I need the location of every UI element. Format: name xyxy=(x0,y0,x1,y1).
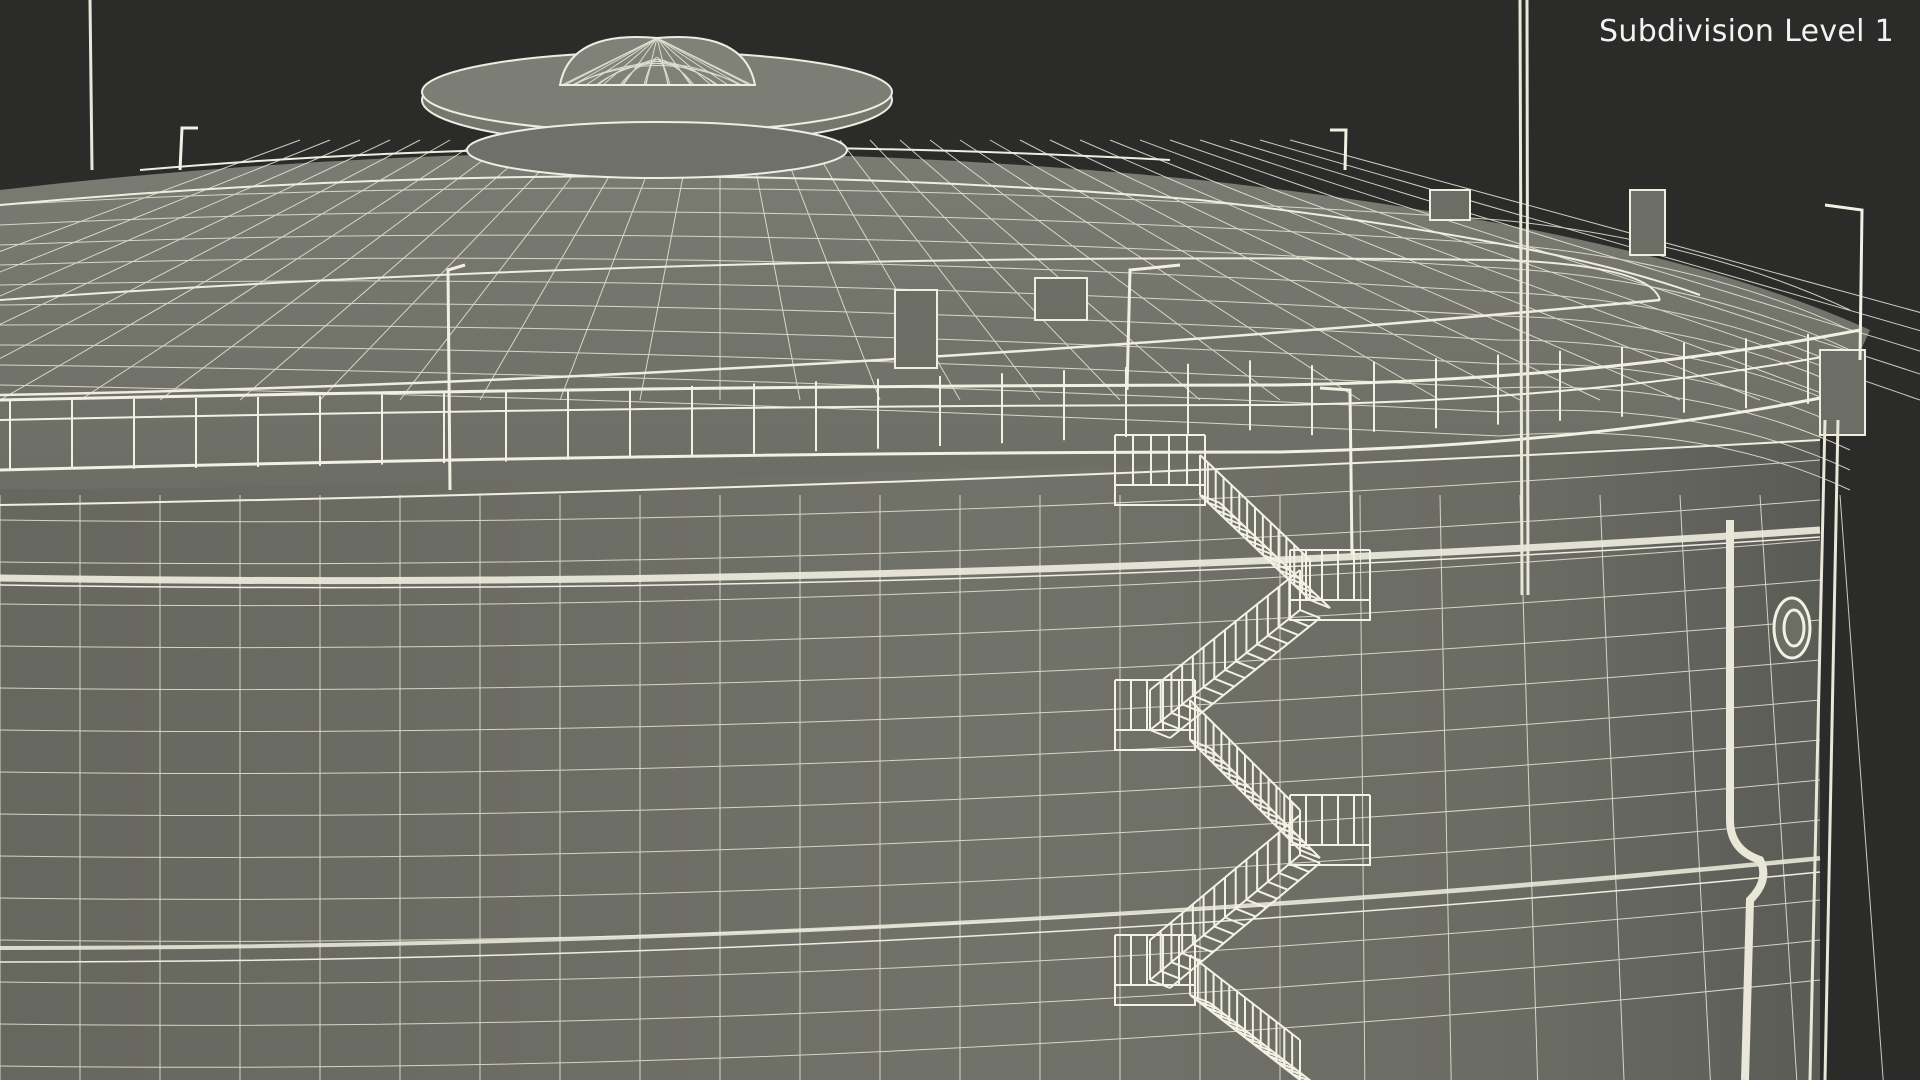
roof-dome-hatch xyxy=(421,36,893,179)
subdivision-level-label: Subdivision Level 1 xyxy=(1599,14,1894,49)
viewport[interactable]: Subdivision Level 1 xyxy=(0,0,1920,1080)
tank-wall xyxy=(0,420,1820,1080)
tank-wireframe-render xyxy=(0,0,1920,1080)
manway xyxy=(1772,596,1812,660)
